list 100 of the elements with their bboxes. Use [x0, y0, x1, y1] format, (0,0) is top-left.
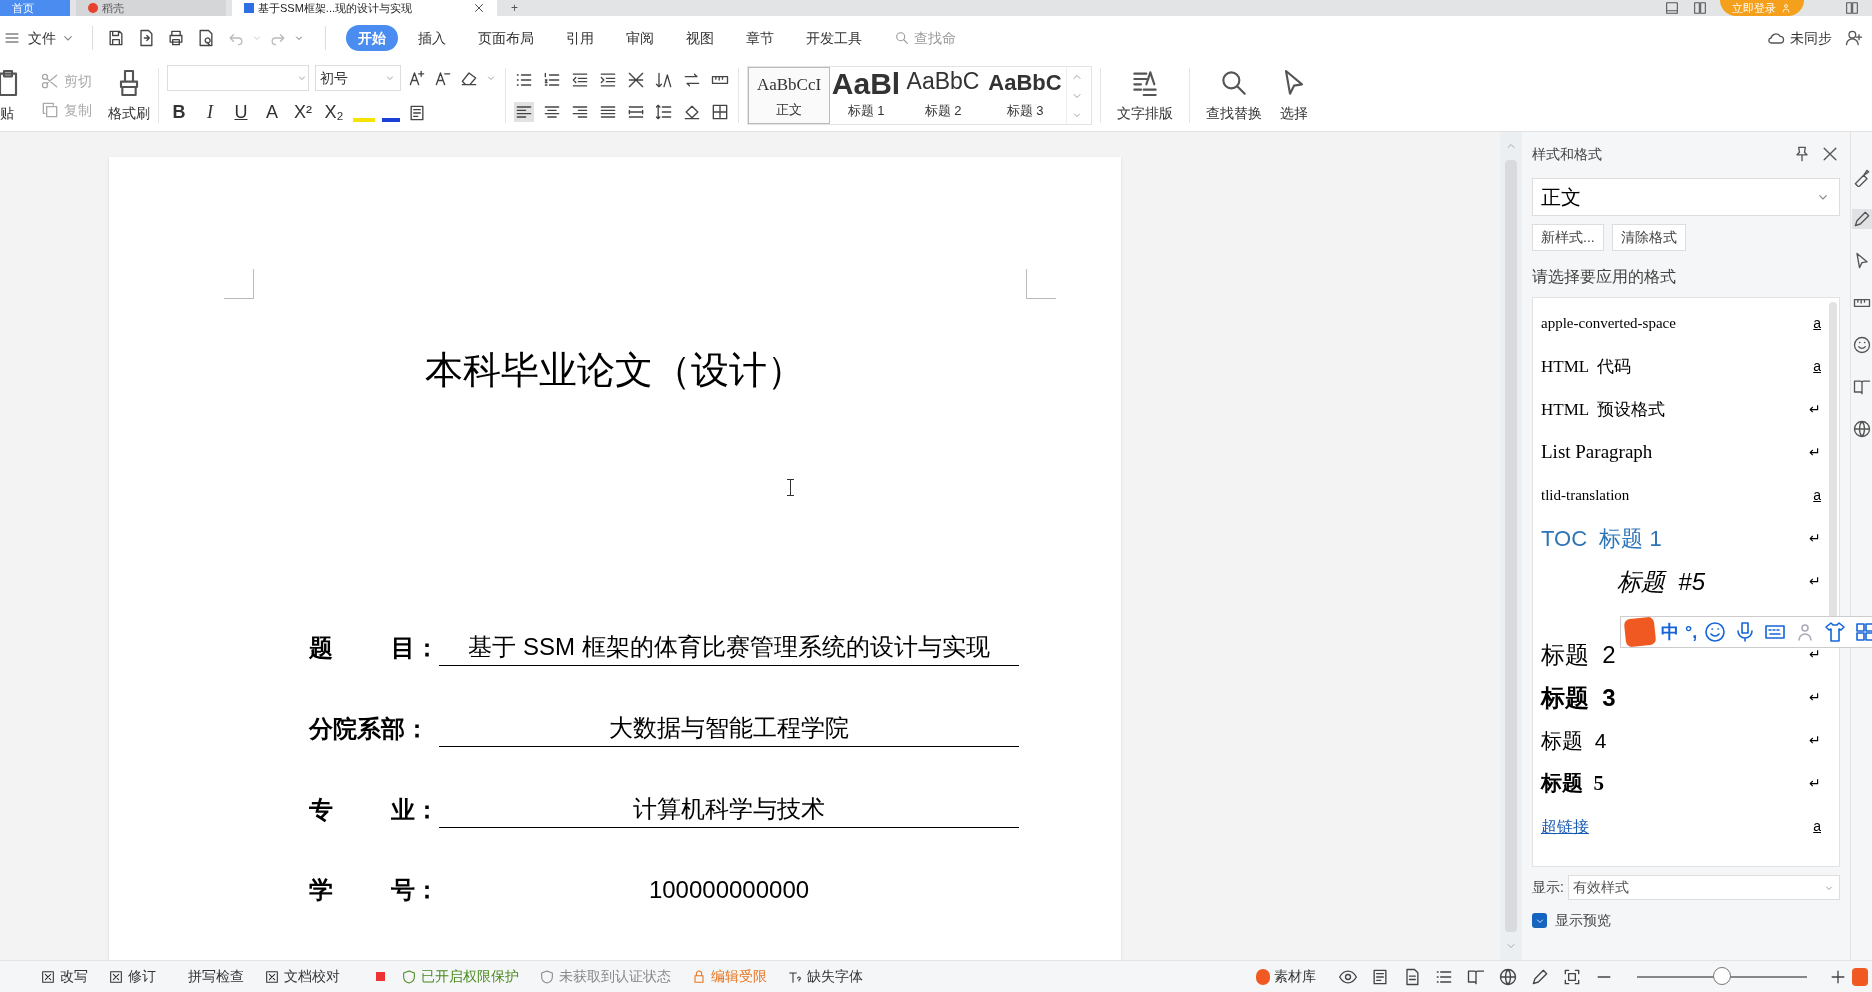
style-preset[interactable]: AaBbC 标题 2: [902, 67, 984, 124]
subscript-button[interactable]: X₂: [322, 99, 346, 126]
italic-button[interactable]: I: [198, 99, 222, 126]
style-list-item[interactable]: tlid-translation a: [1541, 474, 1821, 517]
grid-icon[interactable]: [1853, 620, 1872, 644]
ime-logo-icon: [1852, 967, 1868, 986]
ribbon-tab[interactable]: 章节: [734, 25, 786, 51]
style-type-icon: ↵: [1809, 773, 1821, 794]
field-value: 基于 SSM 框架的体育比赛管理系统的设计与实现: [439, 629, 1019, 666]
shield-icon[interactable]: [401, 968, 417, 985]
style-list-item[interactable]: 标题 3 ↵: [1541, 676, 1821, 719]
text-layout-button[interactable]: 文字排版: [1109, 60, 1181, 131]
bold-button[interactable]: B: [167, 99, 191, 126]
style-list-item[interactable]: HTML 预设格式 ↵: [1541, 388, 1821, 431]
style-list-item[interactable]: List Paragraph ↵: [1541, 431, 1821, 474]
restore-icon[interactable]: [1844, 0, 1860, 16]
strikethrough-button[interactable]: A: [260, 99, 284, 126]
new-style-button[interactable]: 新样式...: [1532, 224, 1604, 251]
section-label: 请选择要应用的格式: [1532, 267, 1677, 287]
ribbon-tab[interactable]: 审阅: [614, 25, 666, 51]
web-view-icon[interactable]: [1498, 966, 1518, 987]
style-preset[interactable]: AaBbC 标题 3: [984, 67, 1066, 124]
style-list-item[interactable]: apple-converted-space a: [1541, 302, 1821, 345]
slider-thumb[interactable]: [1713, 966, 1731, 985]
style-type-icon: ↵: [1809, 571, 1821, 592]
file-menu[interactable]: 文件: [20, 27, 84, 49]
style-type-icon: a: [1813, 485, 1821, 506]
punctuation-button[interactable]: °,: [1685, 618, 1698, 646]
shield-icon[interactable]: [539, 968, 555, 985]
sync-status-button[interactable]: 未同步: [1766, 27, 1832, 49]
field-label: 分院系部：: [309, 714, 429, 744]
status-item[interactable]: 改写: [40, 966, 88, 987]
current-style-dropdown[interactable]: 正文: [1532, 178, 1840, 216]
style-type-icon: a: [1813, 313, 1821, 334]
show-dropdown[interactable]: 有效样式: [1567, 875, 1840, 900]
underline-button[interactable]: U: [229, 99, 253, 126]
tablet-icon[interactable]: [1664, 0, 1680, 16]
style-type-icon: ↵: [1809, 730, 1821, 751]
field-value: 大数据与智能工程学院: [439, 710, 1019, 747]
material-library-button[interactable]: 素材库: [1256, 966, 1316, 987]
app-logo-icon: [88, 3, 98, 13]
share-user-icon[interactable]: [1844, 28, 1864, 48]
paste-button[interactable]: 贴: [0, 67, 32, 124]
font-size-field[interactable]: 初号: [315, 65, 401, 91]
text-cursor-icon: [787, 479, 794, 496]
status-item[interactable]: 已开启权限保护: [401, 966, 519, 987]
superscript-button[interactable]: X²: [291, 99, 315, 126]
style-list-item[interactable]: HTML 代码 a: [1541, 345, 1821, 388]
field-label: 学: [309, 875, 333, 905]
close-icon[interactable]: [473, 2, 485, 14]
lock-icon[interactable]: [691, 968, 707, 985]
style-list-item[interactable]: TOC 标题 1 ↵: [1541, 517, 1821, 560]
style-list-item[interactable]: 标题 4 ↵: [1541, 719, 1821, 762]
menu-icon[interactable]: [4, 30, 20, 46]
select-button[interactable]: 选择: [1270, 60, 1318, 131]
new-tab-button[interactable]: +: [503, 0, 526, 16]
checkbox-icon[interactable]: [40, 968, 56, 985]
format-painter-button[interactable]: 格式刷: [108, 67, 150, 124]
status-item[interactable]: 缺失字体: [787, 966, 863, 987]
font-name-field[interactable]: [167, 65, 309, 91]
checkbox-icon[interactable]: [264, 968, 280, 985]
emoji-icon[interactable]: [1703, 620, 1728, 644]
input-method-menu[interactable]: 中 °,: [1620, 616, 1872, 648]
field-label: 显示:: [1532, 878, 1564, 897]
style-type-icon: a: [1813, 816, 1821, 837]
align-left-icon[interactable]: [514, 101, 534, 122]
find-replace-button[interactable]: 查找替换: [1198, 60, 1270, 131]
field-label: 题: [309, 633, 333, 663]
style-preset[interactable]: AaBl 标题 1: [830, 67, 902, 124]
ribbon-tab[interactable]: 页面布局: [466, 25, 546, 51]
corner-mark: [1026, 269, 1056, 299]
style-type-icon: a: [1813, 356, 1821, 377]
shirt-icon[interactable]: [1823, 620, 1848, 644]
pen-icon[interactable]: [1851, 209, 1872, 229]
field-value: 100000000000: [647, 875, 811, 905]
status-item[interactable]: 文档校对: [264, 966, 340, 987]
globe-icon[interactable]: [1851, 419, 1872, 439]
ime-mode-button[interactable]: 中: [1661, 618, 1679, 646]
window-tiles-icon[interactable]: [1692, 0, 1708, 16]
style-list-item[interactable]: 超链接 a: [1541, 805, 1821, 848]
style-preset[interactable]: AaBbCcI 正文: [748, 67, 830, 124]
tab[interactable]: 基于SSM框架...现的设计与实现: [232, 0, 497, 16]
command-search-field[interactable]: 查找命: [894, 27, 964, 49]
style-list-item[interactable]: 标题 #5 ↵: [1541, 560, 1821, 603]
ribbon-tab[interactable]: 视图: [674, 25, 726, 51]
tab[interactable]: 稻壳: [76, 0, 226, 16]
style-type-icon: ↵: [1809, 442, 1821, 463]
panel-title: 样式和格式: [1532, 144, 1602, 164]
clear-format-button[interactable]: 清除格式: [1611, 224, 1686, 251]
corner-mark: [224, 269, 254, 299]
font-grow-icon[interactable]: [407, 68, 427, 88]
style-list-item[interactable]: 标题 5 ↵: [1541, 762, 1821, 805]
status-item[interactable]: 拼写检查: [188, 966, 244, 987]
status-item[interactable]: 修订: [108, 966, 156, 987]
checkbox-icon[interactable]: [108, 968, 124, 985]
ribbon-tab[interactable]: 引用: [554, 25, 606, 51]
ribbon-tab[interactable]: 插入: [406, 25, 458, 51]
field-label: 专: [309, 795, 333, 825]
document-icon: [244, 3, 254, 13]
ribbon-tab[interactable]: 开发工具: [794, 25, 874, 51]
